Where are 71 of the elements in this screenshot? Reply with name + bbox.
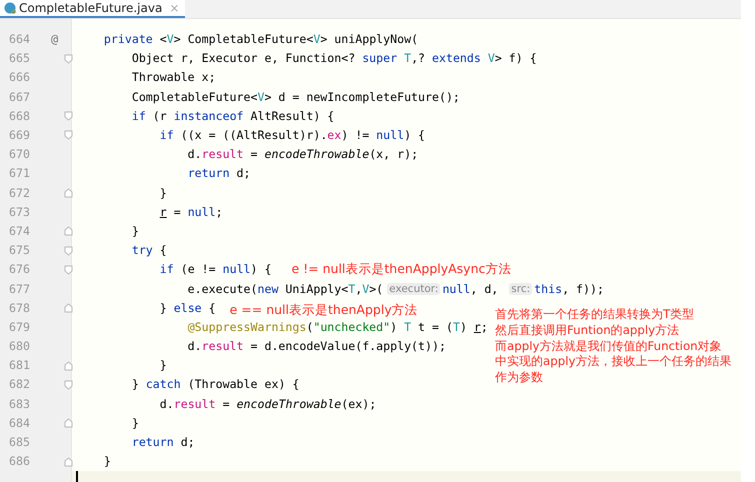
line-number: 665	[8, 51, 31, 66]
annotation-note: 首先将第一个任务的结果转换为T类型	[495, 307, 696, 323]
annotation-note: 中实现的apply方法，接收上一个任务的结果	[495, 354, 732, 370]
parameter-hint: src:	[509, 282, 532, 295]
line-number: 682	[8, 377, 31, 392]
code-line: } catch (Throwable ex) {	[130, 377, 300, 392]
code-line: if (r instanceof AltResult) {	[130, 108, 334, 123]
code-line: d.result = encodeThrowable(x, r);	[186, 147, 418, 162]
line-number: 676	[8, 262, 31, 276]
code-line: return d;	[186, 166, 251, 180]
code-line: }	[102, 454, 111, 468]
code-line: Object r, Executor e, Function<? super T,? extends V> f) {	[130, 51, 537, 66]
class-file-icon	[4, 2, 16, 14]
code-line: }	[158, 358, 167, 372]
annotation-note: 然后直接调用Funtion的apply方法	[495, 322, 680, 339]
annotation-note: e != null表示是thenApplyAsync方法	[291, 260, 512, 278]
fold-marker-icon[interactable]	[64, 264, 73, 275]
fold-marker-icon[interactable]	[64, 303, 73, 314]
fold-marker-icon[interactable]	[64, 54, 73, 64]
code-line: private <V> CompletableFuture<V> uniApplyNow(	[102, 32, 418, 46]
line-number: 680	[8, 339, 31, 354]
fold-marker-icon[interactable]	[64, 111, 73, 122]
code-line: r = null;	[158, 204, 223, 219]
code-line: if (e != null) {	[158, 262, 272, 276]
code-line: }	[130, 416, 139, 430]
line-number: 679	[8, 320, 31, 334]
line-number: 686	[8, 454, 31, 468]
override-marker[interactable]: @	[51, 32, 63, 46]
line-number: 685	[8, 435, 31, 450]
line-number: 675	[8, 243, 31, 258]
code-line: d.result = encodeThrowable(ex);	[158, 396, 376, 411]
line-number: 681	[8, 358, 31, 372]
annotation-note: 作为参数	[495, 370, 544, 386]
line-number: 671	[8, 166, 31, 180]
line-number: 669	[8, 128, 31, 142]
close-icon[interactable]: ×	[169, 1, 180, 15]
parameter-hint: executor:	[387, 282, 440, 295]
fold-marker-icon[interactable]	[64, 188, 73, 198]
line-number: 677	[8, 282, 31, 296]
fold-marker-icon[interactable]	[64, 456, 73, 467]
line-number: 683	[8, 396, 31, 411]
code-line: Throwable x;	[130, 70, 216, 84]
fold-marker-icon[interactable]	[64, 226, 73, 236]
fold-marker-icon[interactable]	[64, 246, 73, 256]
code-line: }	[158, 186, 167, 200]
line-number: 684	[8, 416, 31, 430]
fold-marker-icon[interactable]	[64, 380, 73, 390]
fold-marker-icon[interactable]	[64, 130, 73, 140]
annotation-note: 而apply方法就是我们传值的Function对象	[495, 338, 723, 354]
code-line: }	[130, 224, 139, 238]
fold-marker-icon[interactable]	[64, 360, 73, 371]
line-number: 673	[8, 204, 31, 219]
line-number: 670	[8, 147, 31, 162]
code-line: try {	[130, 243, 167, 258]
fold-marker-icon[interactable]	[64, 418, 73, 428]
code-line: e.execute(new UniApply<T,V>( executor: null, d, src: this, f));	[186, 282, 604, 296]
line-number: 667	[8, 90, 31, 104]
code-line: } else {	[158, 300, 216, 315]
line-number: 668	[8, 108, 31, 123]
line-number: 666	[8, 70, 31, 84]
file-tab[interactable]: CompletableFuture.java ×	[0, 0, 186, 18]
code-line: if ((x = ((AltResult)r).ex) != null) {	[158, 128, 426, 142]
code-line: @SuppressWarnings("unchecked") T t = (T) r;	[186, 320, 488, 334]
code-line: return d;	[130, 435, 195, 450]
line-number: 672	[8, 186, 31, 200]
code-line: CompletableFuture<V> d = newIncompleteFuture();	[130, 90, 460, 104]
line-number: 664	[8, 32, 31, 46]
annotation-note: e == null表示是thenApply方法	[230, 302, 418, 320]
line-number: 678	[8, 300, 31, 315]
code-line: d.result = d.encodeValue(f.apply(t));	[186, 339, 446, 354]
line-number: 674	[8, 224, 31, 238]
